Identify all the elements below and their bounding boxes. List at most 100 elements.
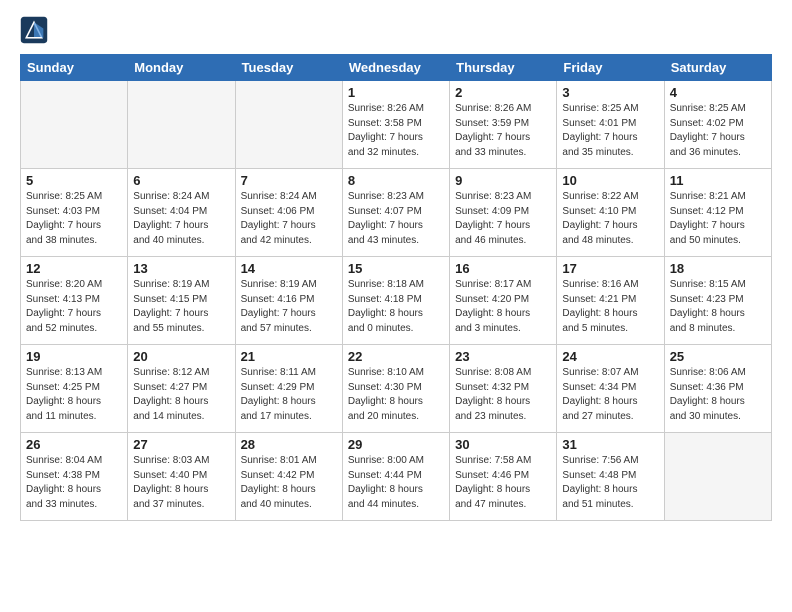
day-info: Sunrise: 8:11 AM Sunset: 4:29 PM Dayligh… [241, 366, 337, 424]
calendar-cell: 7Sunrise: 8:24 AM Sunset: 4:06 PM Daylig… [235, 169, 342, 257]
calendar-cell: 17 Sunrise: 8:16 AM Sunset: 4:21 PM Dayli… [557, 257, 664, 345]
day-number: 30 [455, 437, 551, 452]
day-number: 2 [455, 85, 551, 100]
day-number: 23 [455, 349, 551, 364]
calendar-cell: 30 Sunrise: 7:58 AM Sunset: 4:46 PM Dayli… [450, 433, 557, 521]
day-number: 11 [670, 173, 766, 188]
calendar-cell: 4 Sunrise: 8:25 AM Sunset: 4:02 PM Daylig… [664, 81, 771, 169]
calendar-cell: 9 Sunrise: 8:23 AM Sunset: 4:09 PM Daylig… [450, 169, 557, 257]
logo [20, 16, 50, 44]
day-number: 12 [26, 261, 122, 276]
calendar-cell: 23 Sunrise: 8:08 AM Sunset: 4:32 PM Dayli… [450, 345, 557, 433]
day-number: 22 [348, 349, 444, 364]
day-info: Sunrise: 8:19 AM Sunset: 4:16 PM Dayligh… [241, 278, 337, 336]
day-number: 26 [26, 437, 122, 452]
day-number: 8 [348, 173, 444, 188]
page: SundayMondayTuesdayWednesdayThursdayFrid… [0, 0, 792, 531]
day-info: Sunrise: 8:03 AM Sunset: 4:40 PM Dayligh… [133, 454, 229, 512]
calendar-cell: 16 Sunrise: 8:17 AM Sunset: 4:20 PM Dayli… [450, 257, 557, 345]
day-number: 21 [241, 349, 337, 364]
day-number: 15 [348, 261, 444, 276]
calendar-cell: 20 Sunrise: 8:12 AM Sunset: 4:27 PM Dayli… [128, 345, 235, 433]
day-info: Sunrise: 8:22 AM Sunset: 4:10 PM Dayligh… [562, 190, 658, 248]
day-number: 4 [670, 85, 766, 100]
calendar-cell: 24 Sunrise: 8:07 AM Sunset: 4:34 PM Dayli… [557, 345, 664, 433]
calendar-cell: 22Sunrise: 8:10 AM Sunset: 4:30 PM Dayli… [342, 345, 449, 433]
day-number: 16 [455, 261, 551, 276]
day-info: Sunrise: 8:12 AM Sunset: 4:27 PM Dayligh… [133, 366, 229, 424]
calendar-cell: 6 Sunrise: 8:24 AM Sunset: 4:04 PM Daylig… [128, 169, 235, 257]
calendar: SundayMondayTuesdayWednesdayThursdayFrid… [20, 54, 772, 521]
day-info: Sunrise: 7:56 AM Sunset: 4:48 PM Dayligh… [562, 454, 658, 512]
calendar-cell: 8 Sunrise: 8:23 AM Sunset: 4:07 PM Daylig… [342, 169, 449, 257]
day-info: Sunrise: 8:01 AM Sunset: 4:42 PM Dayligh… [241, 454, 337, 512]
day-info: Sunrise: 8:07 AM Sunset: 4:34 PM Dayligh… [562, 366, 658, 424]
calendar-cell: 12 Sunrise: 8:20 AM Sunset: 4:13 PM Dayli… [21, 257, 128, 345]
day-info: Sunrise: 8:17 AM Sunset: 4:20 PM Dayligh… [455, 278, 551, 336]
day-number: 25 [670, 349, 766, 364]
calendar-cell: 5Sunrise: 8:25 AM Sunset: 4:03 PM Daylig… [21, 169, 128, 257]
day-info: Sunrise: 8:20 AM Sunset: 4:13 PM Dayligh… [26, 278, 122, 336]
week-row-3: 12 Sunrise: 8:20 AM Sunset: 4:13 PM Dayli… [21, 257, 772, 345]
calendar-cell: 1 Sunrise: 8:26 AM Sunset: 3:58 PM Daylig… [342, 81, 449, 169]
day-info: Sunrise: 8:25 AM Sunset: 4:02 PM Dayligh… [670, 102, 766, 160]
calendar-cell: 26 Sunrise: 8:04 AM Sunset: 4:38 PM Dayli… [21, 433, 128, 521]
calendar-cell: 29Sunrise: 8:00 AM Sunset: 4:44 PM Dayli… [342, 433, 449, 521]
day-number: 20 [133, 349, 229, 364]
day-info: Sunrise: 8:15 AM Sunset: 4:23 PM Dayligh… [670, 278, 766, 336]
header [20, 16, 772, 44]
day-info: Sunrise: 8:19 AM Sunset: 4:15 PM Dayligh… [133, 278, 229, 336]
day-number: 19 [26, 349, 122, 364]
day-number: 17 [562, 261, 658, 276]
day-info: Sunrise: 7:58 AM Sunset: 4:46 PM Dayligh… [455, 454, 551, 512]
calendar-cell: 19 Sunrise: 8:13 AM Sunset: 4:25 PM Dayli… [21, 345, 128, 433]
day-info: Sunrise: 8:13 AM Sunset: 4:25 PM Dayligh… [26, 366, 122, 424]
day-number: 6 [133, 173, 229, 188]
day-info: Sunrise: 8:23 AM Sunset: 4:07 PM Dayligh… [348, 190, 444, 248]
calendar-cell [664, 433, 771, 521]
weekday-header-thursday: Thursday [450, 55, 557, 81]
calendar-cell [128, 81, 235, 169]
day-number: 24 [562, 349, 658, 364]
calendar-cell: 3Sunrise: 8:25 AM Sunset: 4:01 PM Daylig… [557, 81, 664, 169]
day-number: 3 [562, 85, 658, 100]
day-number: 14 [241, 261, 337, 276]
weekday-header-row: SundayMondayTuesdayWednesdayThursdayFrid… [21, 55, 772, 81]
calendar-cell [235, 81, 342, 169]
calendar-cell: 21 Sunrise: 8:11 AM Sunset: 4:29 PM Dayli… [235, 345, 342, 433]
day-number: 7 [241, 173, 337, 188]
day-info: Sunrise: 8:08 AM Sunset: 4:32 PM Dayligh… [455, 366, 551, 424]
weekday-header-friday: Friday [557, 55, 664, 81]
day-number: 29 [348, 437, 444, 452]
weekday-header-sunday: Sunday [21, 55, 128, 81]
calendar-cell: 31 Sunrise: 7:56 AM Sunset: 4:48 PM Dayli… [557, 433, 664, 521]
weekday-header-wednesday: Wednesday [342, 55, 449, 81]
calendar-cell: 27 Sunrise: 8:03 AM Sunset: 4:40 PM Dayli… [128, 433, 235, 521]
day-info: Sunrise: 8:23 AM Sunset: 4:09 PM Dayligh… [455, 190, 551, 248]
calendar-cell: 28Sunrise: 8:01 AM Sunset: 4:42 PM Dayli… [235, 433, 342, 521]
day-info: Sunrise: 8:06 AM Sunset: 4:36 PM Dayligh… [670, 366, 766, 424]
calendar-cell: 15 Sunrise: 8:18 AM Sunset: 4:18 PM Dayli… [342, 257, 449, 345]
calendar-cell: 14 Sunrise: 8:19 AM Sunset: 4:16 PM Dayli… [235, 257, 342, 345]
day-number: 10 [562, 173, 658, 188]
day-info: Sunrise: 8:18 AM Sunset: 4:18 PM Dayligh… [348, 278, 444, 336]
day-number: 5 [26, 173, 122, 188]
day-info: Sunrise: 8:26 AM Sunset: 3:58 PM Dayligh… [348, 102, 444, 160]
day-info: Sunrise: 8:24 AM Sunset: 4:04 PM Dayligh… [133, 190, 229, 248]
calendar-cell [21, 81, 128, 169]
weekday-header-monday: Monday [128, 55, 235, 81]
calendar-cell: 2Sunrise: 8:26 AM Sunset: 3:59 PM Daylig… [450, 81, 557, 169]
day-info: Sunrise: 8:04 AM Sunset: 4:38 PM Dayligh… [26, 454, 122, 512]
day-number: 31 [562, 437, 658, 452]
day-number: 1 [348, 85, 444, 100]
day-number: 9 [455, 173, 551, 188]
day-info: Sunrise: 8:21 AM Sunset: 4:12 PM Dayligh… [670, 190, 766, 248]
week-row-1: 1 Sunrise: 8:26 AM Sunset: 3:58 PM Daylig… [21, 81, 772, 169]
calendar-cell: 11 Sunrise: 8:21 AM Sunset: 4:12 PM Dayli… [664, 169, 771, 257]
day-number: 27 [133, 437, 229, 452]
week-row-4: 19 Sunrise: 8:13 AM Sunset: 4:25 PM Dayli… [21, 345, 772, 433]
logo-icon [20, 16, 48, 44]
calendar-cell: 10 Sunrise: 8:22 AM Sunset: 4:10 PM Dayli… [557, 169, 664, 257]
day-info: Sunrise: 8:16 AM Sunset: 4:21 PM Dayligh… [562, 278, 658, 336]
weekday-header-tuesday: Tuesday [235, 55, 342, 81]
